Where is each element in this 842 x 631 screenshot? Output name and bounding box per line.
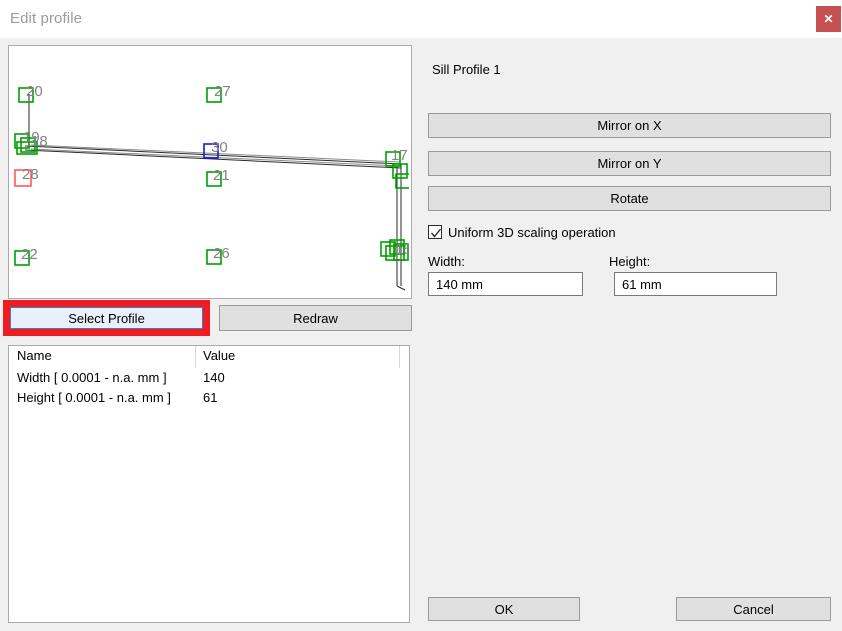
svg-text:21: 21: [213, 167, 230, 184]
width-label: Width:: [428, 254, 465, 269]
redraw-button[interactable]: Redraw: [219, 305, 412, 331]
ok-button[interactable]: OK: [428, 597, 580, 621]
uniform-scaling-checkbox-row[interactable]: Uniform 3D scaling operation: [428, 223, 616, 241]
svg-text:26: 26: [213, 245, 230, 262]
window-titlebar: Edit profile ✕: [0, 0, 842, 38]
svg-text:15: 15: [395, 241, 409, 258]
page-title: Edit profile: [10, 10, 83, 27]
table-row[interactable]: Height [ 0.0001 - n.a. mm ] 61: [9, 388, 409, 408]
right-pane: Sill Profile 1 Mirror on X Mirror on Y R…: [421, 38, 842, 631]
close-icon: ✕: [823, 12, 834, 26]
svg-text:28: 28: [22, 166, 39, 183]
mirror-on-x-button[interactable]: Mirror on X: [428, 113, 831, 138]
select-profile-button[interactable]: Select Profile: [10, 307, 203, 329]
column-header-name: Name: [17, 348, 52, 363]
close-button[interactable]: ✕: [816, 6, 841, 32]
cancel-button[interactable]: Cancel: [676, 597, 831, 621]
profile-drawing-canvas[interactable]: 20 27 19 18 30 17 28 21 22 26 15: [8, 45, 412, 299]
profile-geometry: 20 27 19 18 30 17 28 21 22 26 15: [14, 83, 409, 291]
height-label: Height:: [609, 254, 651, 269]
mirror-on-y-button[interactable]: Mirror on Y: [428, 151, 831, 176]
table-row[interactable]: Width [ 0.0001 - n.a. mm ] 140: [9, 368, 409, 388]
row-value[interactable]: 140: [203, 370, 225, 385]
uniform-scaling-label: Uniform 3D scaling operation: [448, 224, 616, 240]
profile-name-label: Sill Profile 1: [432, 62, 501, 77]
svg-text:18: 18: [31, 133, 48, 150]
rotate-button[interactable]: Rotate: [428, 186, 831, 211]
parameter-table[interactable]: Name Value Width [ 0.0001 - n.a. mm ] 14…: [8, 345, 410, 623]
table-header-row: Name Value: [9, 346, 409, 368]
width-input[interactable]: 140 mm: [428, 272, 583, 296]
row-name: Height [ 0.0001 - n.a. mm ]: [17, 390, 171, 405]
row-name: Width [ 0.0001 - n.a. mm ]: [17, 370, 167, 385]
row-value[interactable]: 61: [203, 390, 217, 405]
svg-text:20: 20: [26, 83, 43, 100]
column-header-value: Value: [203, 348, 236, 363]
height-input[interactable]: 61 mm: [614, 272, 777, 296]
svg-text:17: 17: [391, 147, 408, 164]
left-pane: 20 27 19 18 30 17 28 21 22 26 15 Select …: [0, 38, 421, 631]
svg-text:30: 30: [211, 139, 228, 156]
select-profile-highlight: Select Profile: [3, 300, 210, 336]
svg-text:27: 27: [214, 83, 231, 100]
checkbox-checked-icon[interactable]: [428, 225, 442, 239]
svg-text:22: 22: [21, 246, 38, 263]
